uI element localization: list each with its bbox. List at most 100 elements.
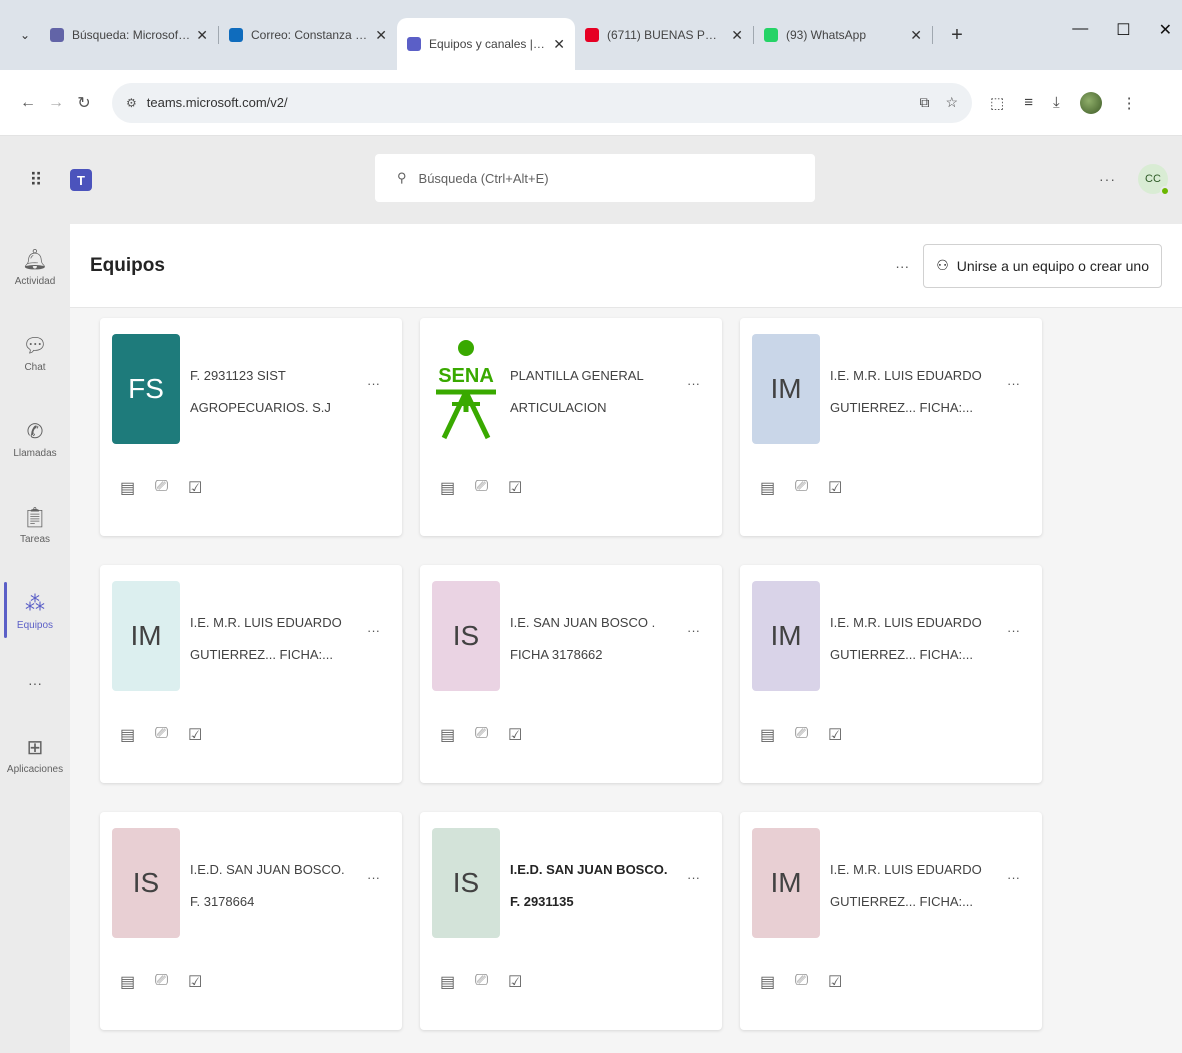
url-text: teams.microsoft.com/v2/ <box>146 95 288 110</box>
close-tab-icon[interactable]: ✕ <box>553 36 565 53</box>
app-launcher-icon[interactable]: ⠿ <box>0 170 70 191</box>
team-more-options-icon[interactable]: ··· <box>1007 870 1020 885</box>
grades-icon[interactable]: ☑ <box>188 972 202 992</box>
close-tab-icon[interactable]: ✕ <box>196 27 208 44</box>
close-tab-icon[interactable]: ✕ <box>731 27 743 44</box>
team-more-options-icon[interactable]: ··· <box>1007 623 1020 638</box>
class-notebook-icon[interactable]: ▤ <box>440 725 455 745</box>
team-more-options-icon[interactable]: ··· <box>687 870 700 885</box>
browser-tab-strip: ⌄ Búsqueda: Microsoft B ✕ Correo: Constanz… <box>0 0 1182 70</box>
reading-list-icon[interactable]: ≡ <box>1024 94 1033 111</box>
assignments-icon[interactable]: ⎚ <box>795 478 808 498</box>
page-title: Equipos <box>90 254 165 276</box>
grades-icon[interactable]: ☑ <box>508 725 522 745</box>
browser-tab[interactable]: (93) WhatsApp ✕ <box>754 13 932 57</box>
class-notebook-icon[interactable]: ▤ <box>760 478 775 498</box>
team-avatar: IM <box>752 581 820 691</box>
team-name: F. 2931123 SIST AGROPECUARIOS. S.J <box>190 368 331 415</box>
grades-icon[interactable]: ☑ <box>828 972 842 992</box>
team-more-options-icon[interactable]: ··· <box>687 376 700 391</box>
rail-item-label: Tareas <box>19 534 50 545</box>
team-card[interactable]: SENA PLANTILLA GENERAL ARTICULACION ··· ▤ ⎚ ☑ <box>420 318 722 536</box>
join-or-create-team-button[interactable]: ⚇ Unirse a un equipo o crear uno <box>923 243 1162 288</box>
class-notebook-icon[interactable]: ▤ <box>120 478 135 498</box>
forward-button[interactable]: → <box>42 94 70 112</box>
browser-menu-icon[interactable]: ⋮ <box>1122 94 1137 112</box>
grades-icon[interactable]: ☑ <box>188 478 202 498</box>
user-avatar[interactable]: CC <box>1138 164 1170 196</box>
team-name: I.E. M.R. LUIS EDUARDO GUTIERREZ... FICH… <box>830 615 982 662</box>
rail-item-equipos[interactable]: ⁂ Equipos <box>0 568 70 654</box>
team-quick-actions: ▤ ⎚ ☑ <box>440 478 522 498</box>
install-app-icon[interactable]: ⧉ <box>919 94 929 111</box>
close-tab-icon[interactable]: ✕ <box>910 27 922 44</box>
team-card[interactable]: IM I.E. M.R. LUIS EDUARDO GUTIERREZ... FI… <box>740 812 1042 1030</box>
more-options-icon[interactable]: ··· <box>895 258 909 274</box>
browser-tab[interactable]: Búsqueda: Microsoft B ✕ <box>40 13 218 57</box>
download-icon[interactable]: ⤓ <box>1053 94 1060 111</box>
class-notebook-icon[interactable]: ▤ <box>440 972 455 992</box>
assignments-icon[interactable]: ⎚ <box>475 478 488 498</box>
new-tab-button[interactable]: + <box>943 24 971 47</box>
reload-button[interactable]: ↻ <box>70 93 98 113</box>
class-notebook-icon[interactable]: ▤ <box>760 725 775 745</box>
team-more-options-icon[interactable]: ··· <box>367 870 380 885</box>
url-input[interactable]: ⚙ teams.microsoft.com/v2/ ⧉ ☆ <box>112 82 972 123</box>
teams-search-input[interactable]: ⚲ Búsqueda (Ctrl+Alt+E) <box>375 154 815 202</box>
assignments-icon[interactable]: ⎚ <box>155 478 168 498</box>
class-notebook-icon[interactable]: ▤ <box>120 725 135 745</box>
rail-item-actividad[interactable]: 🔔︎ Actividad <box>0 224 70 310</box>
rail-item-apps[interactable]: ⊞ Aplicaciones <box>0 712 70 798</box>
minimize-button[interactable]: — <box>1072 20 1088 40</box>
grades-icon[interactable]: ☑ <box>188 725 202 745</box>
class-notebook-icon[interactable]: ▤ <box>120 972 135 992</box>
teams-logo-icon: T <box>70 169 92 191</box>
maximize-button[interactable]: ☐ <box>1116 20 1130 40</box>
assignments-icon[interactable]: ⎚ <box>475 972 488 992</box>
tab-search-menu-icon[interactable]: ⌄ <box>10 20 40 50</box>
site-info-icon[interactable]: ⚙ <box>126 96 137 110</box>
grades-icon[interactable]: ☑ <box>508 478 522 498</box>
browser-tab[interactable]: (6711) BUENAS PRACTI ✕ <box>575 13 753 57</box>
assignments-icon[interactable]: ⎚ <box>155 972 168 992</box>
class-notebook-icon[interactable]: ▤ <box>440 478 455 498</box>
profile-avatar[interactable] <box>1079 91 1102 114</box>
grades-icon[interactable]: ☑ <box>828 478 842 498</box>
team-card[interactable]: IM I.E. M.R. LUIS EDUARDO GUTIERREZ... FI… <box>100 565 402 783</box>
close-tab-icon[interactable]: ✕ <box>375 27 387 44</box>
grades-icon[interactable]: ☑ <box>828 725 842 745</box>
grades-icon[interactable]: ☑ <box>508 972 522 992</box>
close-window-button[interactable]: ✕ <box>1159 20 1172 40</box>
rail-item-tareas[interactable]: 📋︎ Tareas <box>0 482 70 568</box>
rail-item-chat[interactable]: 💬︎ Chat <box>0 310 70 396</box>
youtube-icon <box>585 28 599 42</box>
team-card[interactable]: FS F. 2931123 SIST AGROPECUARIOS. S.J ··· ▤… <box>100 318 402 536</box>
browser-tab[interactable]: Correo: Constanza My ✕ <box>219 13 397 57</box>
people-add-icon: ⚇ <box>936 257 949 273</box>
rail-item-llamadas[interactable]: ✆ Llamadas <box>0 396 70 482</box>
settings-more-icon[interactable]: ··· <box>1099 171 1116 187</box>
assignments-icon[interactable]: ⎚ <box>155 725 168 745</box>
assignments-icon[interactable]: ⎚ <box>795 972 808 992</box>
back-button[interactable]: ← <box>14 94 42 112</box>
assignments-icon[interactable]: ⎚ <box>795 725 808 745</box>
team-card[interactable]: IM I.E. M.R. LUIS EDUARDO GUTIERREZ... FI… <box>740 565 1042 783</box>
extensions-icon[interactable]: ⬚ <box>990 94 1004 112</box>
team-card[interactable]: IS I.E.D. SAN JUAN BOSCO. F. 3178664 ··· ▤ ⎚… <box>100 812 402 1030</box>
team-name: I.E.D. SAN JUAN BOSCO. F. 3178664 <box>190 862 345 909</box>
team-card[interactable]: IS I.E. SAN JUAN BOSCO . FICHA 3178662 ···… <box>420 565 722 783</box>
browser-tab[interactable]: Equipos y canales | Ger ✕ <box>397 18 575 70</box>
class-notebook-icon[interactable]: ▤ <box>760 972 775 992</box>
team-more-options-icon[interactable]: ··· <box>367 623 380 638</box>
team-more-options-icon[interactable]: ··· <box>1007 376 1020 391</box>
team-card[interactable]: IM I.E. M.R. LUIS EDUARDO GUTIERREZ... FI… <box>740 318 1042 536</box>
team-more-options-icon[interactable]: ··· <box>687 623 700 638</box>
team-more-options-icon[interactable]: ··· <box>367 376 380 391</box>
add-apps-icon: ⊞ <box>26 737 44 759</box>
whatsapp-icon <box>764 28 778 42</box>
assignments-icon[interactable]: ⎚ <box>475 725 488 745</box>
team-name: I.E. M.R. LUIS EDUARDO GUTIERREZ... FICH… <box>830 862 982 909</box>
team-card[interactable]: IS I.E.D. SAN JUAN BOSCO. F. 2931135 ··· ▤ ⎚… <box>420 812 722 1030</box>
more-apps-icon[interactable]: ··· <box>0 654 70 712</box>
bookmark-star-icon[interactable]: ☆ <box>945 94 958 111</box>
